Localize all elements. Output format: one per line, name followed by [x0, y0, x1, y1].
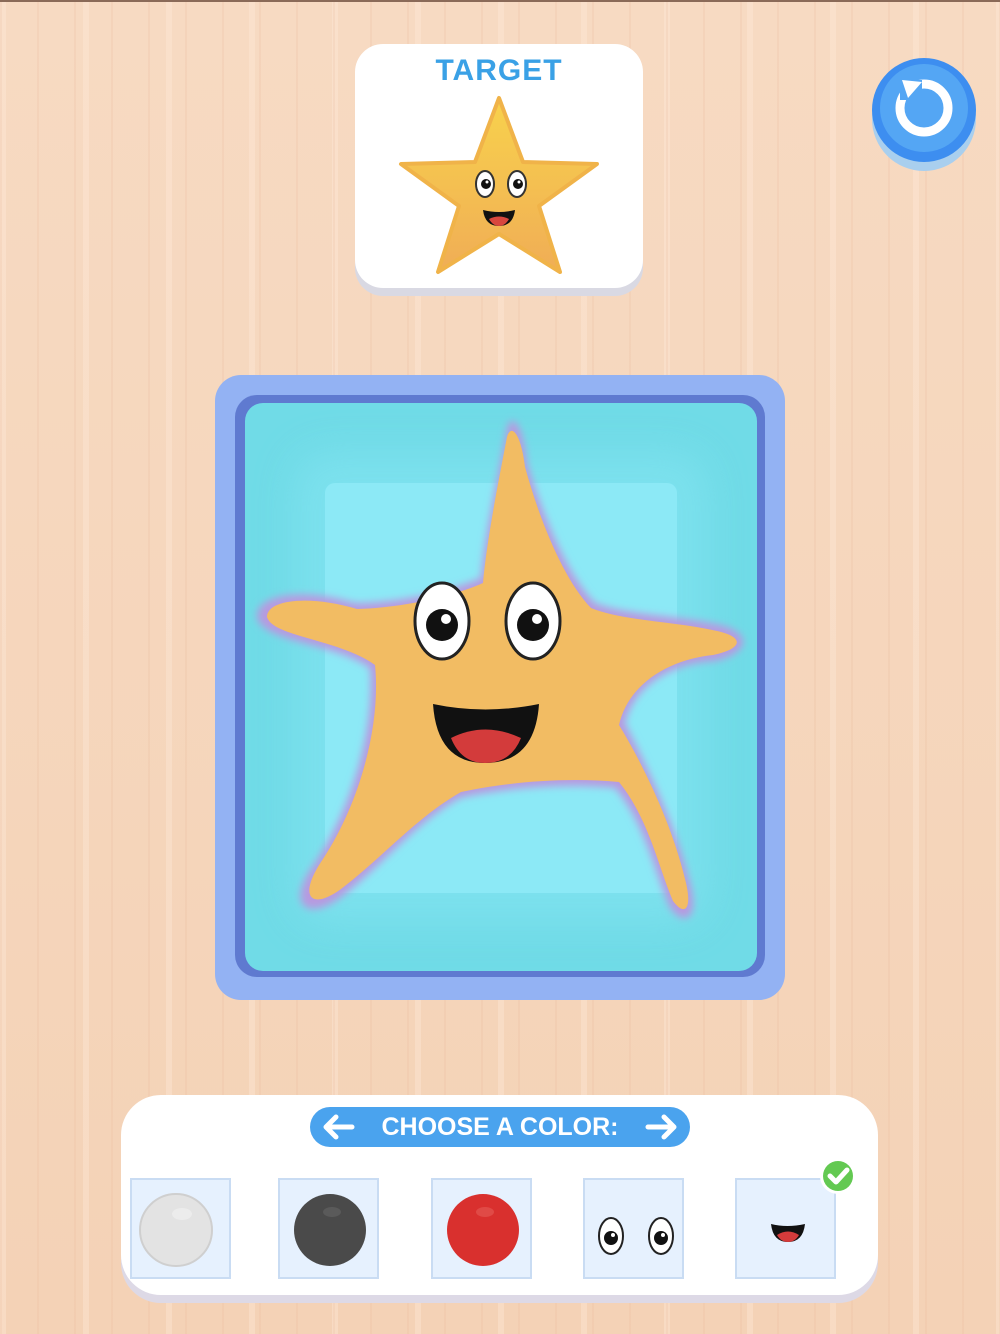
swatch-red[interactable] — [431, 1178, 532, 1279]
smiling-star-icon — [399, 96, 599, 274]
target-title: TARGET — [435, 54, 563, 87]
reset-button[interactable] — [872, 58, 976, 162]
arrow-right-icon[interactable] — [642, 1111, 682, 1143]
swatch-white[interactable] — [130, 1178, 231, 1279]
eyes-icon — [598, 1217, 674, 1255]
checkmark-icon — [820, 1158, 856, 1194]
swatch-dark-gray[interactable] — [278, 1178, 379, 1279]
swatch-eyes[interactable] — [583, 1178, 684, 1279]
palette-header: CHOOSE A COLOR: — [310, 1107, 690, 1147]
top-border — [0, 0, 1000, 2]
choose-color-label: CHOOSE A COLOR: — [381, 1113, 619, 1141]
smiling-starfish-icon[interactable] — [245, 403, 757, 971]
restart-icon — [895, 79, 953, 137]
canvas-tray — [215, 375, 785, 1000]
canvas-area[interactable] — [245, 403, 757, 971]
color-palette-panel: CHOOSE A COLOR: — [121, 1095, 878, 1295]
mouth-icon — [771, 1224, 805, 1242]
target-card: TARGET — [355, 44, 643, 288]
